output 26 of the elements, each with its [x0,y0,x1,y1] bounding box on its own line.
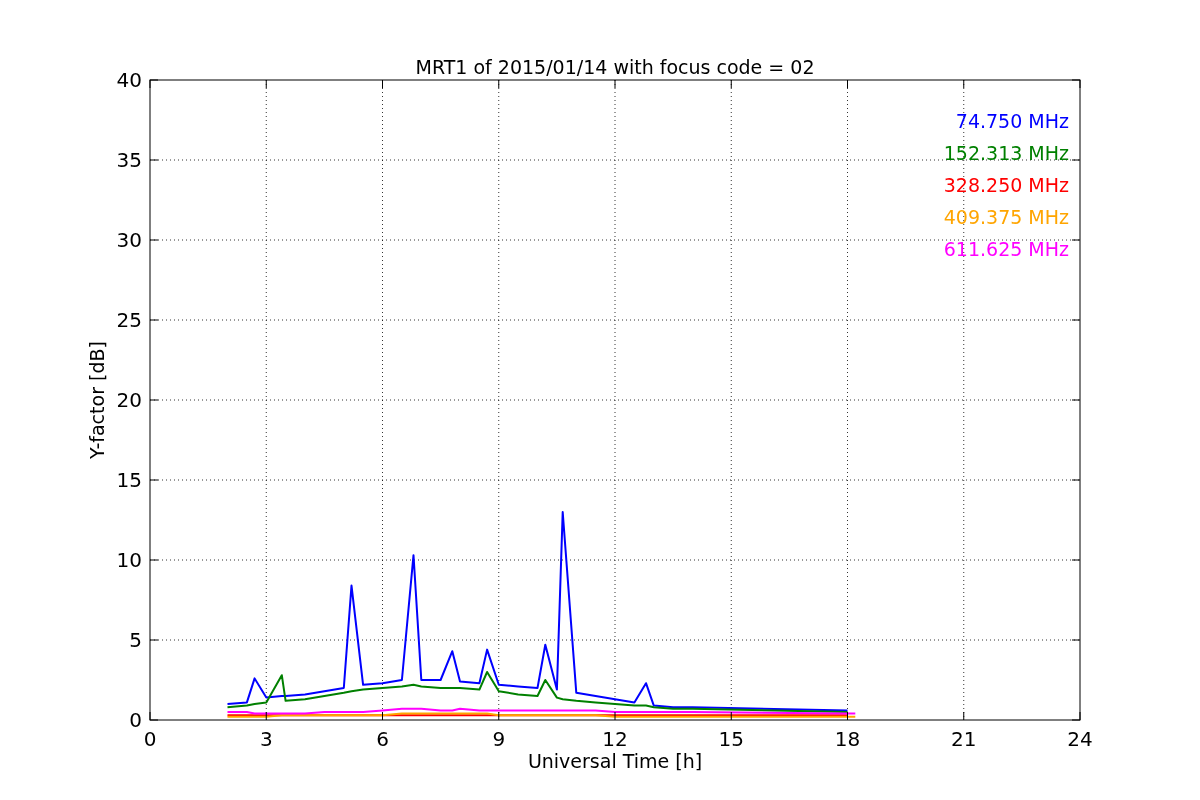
x-tick-label: 24 [1067,727,1093,751]
legend-label: 74.750 MHz [955,110,1069,132]
x-tick-label: 21 [951,727,977,751]
legend-label: 328.250 MHz [943,174,1069,196]
x-tick-label: 15 [718,727,744,751]
y-tick-label: 15 [116,468,142,492]
legend-label: 152.313 MHz [943,142,1069,164]
legend-label: 409.375 MHz [943,206,1069,228]
legend-label: 611.625 MHz [943,238,1069,260]
y-tick-label: 10 [116,548,142,572]
chart-title: MRT1 of 2015/01/14 with focus code = 02 [415,56,815,78]
y-tick-label: 40 [116,68,142,92]
x-tick-label: 3 [259,727,273,751]
x-tick-label: 6 [376,727,389,751]
y-tick-label: 5 [129,628,142,652]
y-tick-label: 30 [116,228,142,252]
y-tick-label: 35 [116,148,142,172]
y-tick-label: 0 [129,708,142,732]
x-axis-label: Universal Time [h] [527,750,703,772]
x-tick-label: 18 [834,727,861,751]
y-axis-label: Y-factor [dB] [86,341,108,459]
x-tick-label: 0 [143,727,157,751]
x-tick-label: 12 [602,727,628,751]
y-tick-label: 20 [116,388,142,412]
y-tick-label: 25 [116,308,142,332]
x-tick-label: 9 [492,727,506,751]
